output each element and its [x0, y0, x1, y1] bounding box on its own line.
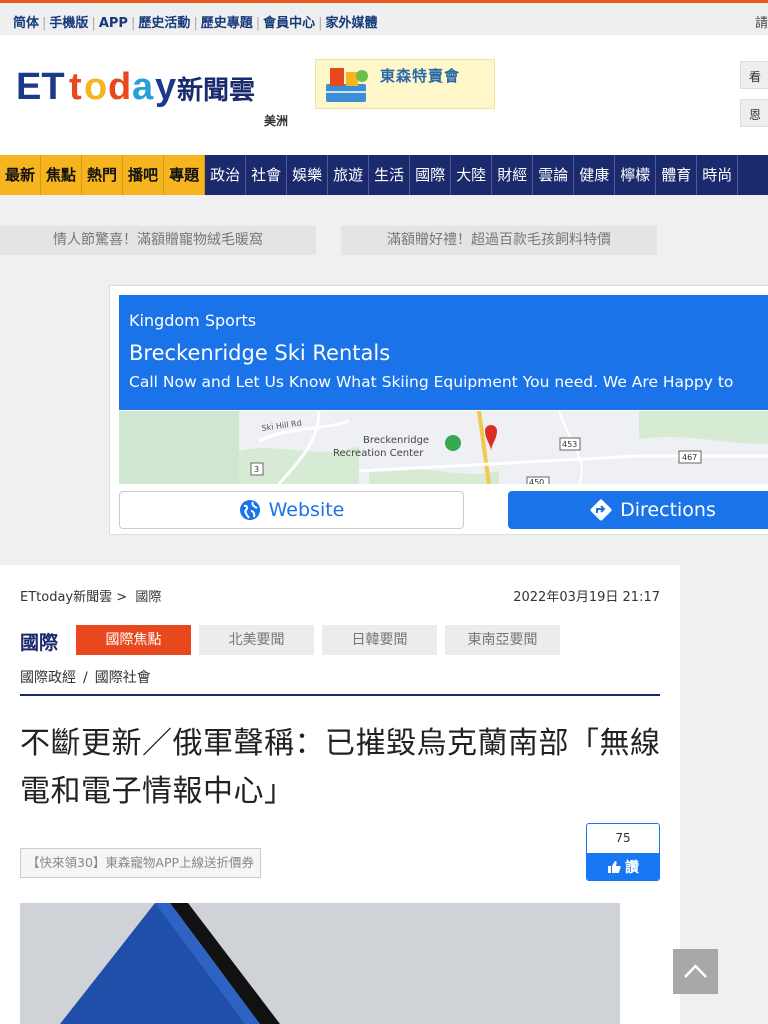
main-nav: 最新 焦點 熱門 播吧 專題 政治 社會 娛樂 旅遊 生活 國際 大陸 財經 雲…: [0, 155, 768, 195]
top-link-mobile[interactable]: 手機版: [49, 16, 88, 31]
top-link-outdoor-media[interactable]: 家外媒體: [326, 16, 378, 31]
ad-header[interactable]: Kingdom Sports Breckenridge Ski Rentals …: [119, 295, 768, 410]
map-route-450: 450: [529, 478, 544, 484]
sub-links: 國際政經 / 國際社會: [20, 667, 151, 687]
svg-text:新聞雲: 新聞雲: [177, 75, 255, 106]
nav-item-china[interactable]: 大陸: [451, 155, 493, 195]
sub-link-politics-economy[interactable]: 國際政經: [20, 670, 76, 686]
top-bar: 简体 | 手機版 | APP | 歷史活動 | 歷史專題 | 會員中心 | 家外媒體 請: [0, 0, 768, 35]
like-button[interactable]: 讚: [587, 853, 659, 880]
top-link-simplified[interactable]: 简体: [13, 16, 39, 31]
promo-banner[interactable]: 東森特賣會: [315, 59, 495, 109]
site-header: ET t o d a y 新聞雲 美洲 東森特賣會 看 恩: [0, 35, 768, 155]
ad-title[interactable]: Breckenridge Ski Rentals: [129, 341, 390, 365]
section-title[interactable]: 國際: [20, 628, 58, 655]
nav-item-politics[interactable]: 政治: [205, 155, 247, 195]
nav-item-international[interactable]: 國際: [410, 155, 452, 195]
promo-link-1[interactable]: 情人節驚喜！滿額贈寵物絨毛暖窩: [0, 226, 316, 255]
nav-item-finance[interactable]: 財經: [492, 155, 534, 195]
article-container: ETtoday新聞雲 > 國際 2022年03月19日 21:17 國際 國際焦…: [0, 565, 680, 1024]
svg-text:t: t: [69, 66, 82, 108]
map-place-label-2: Recreation Center: [333, 448, 424, 459]
coupon-link[interactable]: 【快來領30】東森寵物APP上線送折價券: [20, 848, 262, 878]
ad-brand: Kingdom Sports: [129, 311, 257, 330]
svg-text:ET: ET: [16, 66, 65, 108]
nav-item-latest[interactable]: 最新: [0, 155, 42, 195]
breadcrumb: ETtoday新聞雲 > 國際: [20, 586, 161, 605]
breadcrumb-separator: >: [116, 590, 128, 605]
top-link-history-topics[interactable]: 歷史專題: [201, 16, 253, 31]
like-label: 讚: [625, 860, 639, 876]
nav-item-topics[interactable]: 專題: [164, 155, 206, 195]
tab-north-america[interactable]: 北美要聞: [199, 625, 314, 655]
sub-link-separator: /: [83, 670, 88, 686]
directions-icon: [590, 499, 612, 521]
article-photo: [20, 903, 620, 1024]
header-button-2[interactable]: 恩: [740, 99, 768, 127]
nav-item-lemon[interactable]: 檸檬: [615, 155, 657, 195]
top-links: 简体 | 手機版 | APP | 歷史活動 | 歷史專題 | 會員中心 | 家外媒體: [13, 16, 378, 31]
map-place-label-1: Breckenridge: [363, 435, 429, 446]
svg-text:a: a: [132, 66, 154, 108]
ettoday-logo[interactable]: ET t o d a y 新聞雲: [16, 63, 292, 113]
breadcrumb-section[interactable]: 國際: [135, 590, 161, 605]
top-link-member-center[interactable]: 會員中心: [263, 16, 315, 31]
top-right-text[interactable]: 請: [755, 12, 768, 31]
breadcrumb-home[interactable]: ETtoday新聞雲: [20, 590, 112, 605]
top-link-app[interactable]: APP: [99, 16, 128, 31]
tab-japan-korea[interactable]: 日韓要聞: [322, 625, 437, 655]
flag-image: [20, 903, 620, 1024]
facebook-like-widget[interactable]: 75 讚: [586, 823, 660, 881]
ad-directions-button[interactable]: Directions: [508, 491, 768, 529]
section-divider: [20, 694, 660, 696]
svg-text:d: d: [108, 66, 131, 108]
nav-item-video[interactable]: 播吧: [123, 155, 165, 195]
nav-item-life[interactable]: 生活: [369, 155, 411, 195]
back-to-top-button[interactable]: [673, 949, 718, 994]
ad-website-label: Website: [268, 499, 345, 521]
shopping-basket-icon: [326, 68, 368, 102]
nav-item-opinion[interactable]: 雲論: [533, 155, 575, 195]
ad-description: Call Now and Let Us Know What Skiing Equ…: [129, 373, 734, 391]
sub-link-society[interactable]: 國際社會: [95, 670, 151, 686]
ad-website-button[interactable]: Website: [119, 491, 464, 529]
nav-item-health[interactable]: 健康: [574, 155, 616, 195]
article-date: 2022年03月19日 21:17: [513, 590, 660, 605]
ad-map[interactable]: Ski Hill Rd Breckenridge Recreation Cent…: [119, 411, 768, 484]
map-graphic: Ski Hill Rd Breckenridge Recreation Cent…: [119, 411, 768, 484]
tab-intl-focus[interactable]: 國際焦點: [76, 625, 191, 655]
nav-item-focus[interactable]: 焦點: [41, 155, 83, 195]
map-route-453: 453: [562, 440, 577, 449]
thumbs-up-icon: [608, 861, 621, 873]
top-link-history-events[interactable]: 歷史活動: [138, 16, 190, 31]
ad-unit: Kingdom Sports Breckenridge Ski Rentals …: [109, 285, 768, 535]
ad-directions-label: Directions: [620, 499, 716, 521]
svg-text:o: o: [84, 66, 107, 108]
like-count: 75: [615, 831, 631, 845]
map-route-3: 3: [254, 465, 259, 474]
chevron-up-icon: [684, 964, 707, 978]
promo-link-2[interactable]: 滿額贈好禮！超過百款毛孩飼料特價: [341, 226, 657, 255]
nav-item-fashion[interactable]: 時尚: [697, 155, 739, 195]
nav-item-entertainment[interactable]: 娛樂: [287, 155, 329, 195]
nav-item-popular[interactable]: 熱門: [82, 155, 124, 195]
globe-icon: [239, 500, 260, 520]
tab-southeast-asia[interactable]: 東南亞要聞: [445, 625, 560, 655]
nav-item-society[interactable]: 社會: [246, 155, 288, 195]
header-button-1[interactable]: 看: [740, 61, 768, 89]
nav-item-travel[interactable]: 旅遊: [328, 155, 370, 195]
region-label[interactable]: 美洲: [264, 112, 288, 129]
nav-item-sports[interactable]: 體育: [656, 155, 698, 195]
map-route-467: 467: [682, 453, 697, 462]
banner-text: 東森特賣會: [380, 67, 461, 85]
article-headline: 不斷更新／俄軍聲稱：已摧毀烏克蘭南部「無線電和電子情報中心」: [20, 726, 661, 809]
svg-text:y: y: [155, 66, 176, 108]
